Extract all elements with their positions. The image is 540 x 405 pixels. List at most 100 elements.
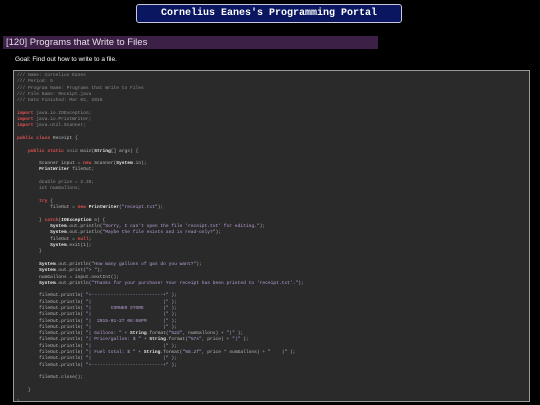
code-token: public class (17, 135, 51, 141)
code-token: ); (234, 331, 244, 337)
code-token: "| CORNER STORE |" (85, 305, 169, 311)
code-token: import (17, 123, 34, 129)
code-token: /// Name: Cornelius Eanes (17, 73, 86, 78)
code-token: "+--------------------------+" (85, 293, 169, 299)
code-token: ); (168, 312, 177, 318)
code-token: fileOut.println( (17, 350, 86, 356)
code-line: } (17, 400, 304, 401)
code-token: public static (28, 148, 64, 154)
goal-text: Goal: Find out how to write to a file. (15, 56, 117, 63)
code-token: System (50, 243, 67, 249)
code-token: fileOut.println( (17, 305, 86, 311)
code-token: /// Period: 5 (17, 79, 53, 85)
code-token: , price * numGallons) + " |" ); (201, 350, 296, 356)
code-token: + (135, 350, 144, 356)
code-token: } (17, 217, 45, 223)
code-token: "| |" (85, 312, 169, 318)
code-token: "> " (85, 268, 97, 274)
code-token: import (17, 110, 34, 116)
code-token: "| |" (85, 343, 169, 349)
code-token: ); (157, 205, 164, 211)
code-token: String (94, 148, 111, 154)
code-token: ); (298, 280, 304, 286)
code-token: ); (168, 293, 177, 299)
code-token: e) { (91, 217, 106, 223)
code-token: fileOut; (69, 167, 95, 173)
code-token: ); (196, 261, 202, 267)
code-token: fileOut.println( (17, 293, 86, 299)
portal-title[interactable]: Cornelius Eanes's Programming Portal (136, 4, 402, 23)
page: Cornelius Eanes's Programming Portal [12… (0, 0, 540, 405)
code-token: System (50, 230, 67, 236)
code-token: ); (259, 224, 266, 230)
code-token: .out.println( (66, 224, 103, 230)
code-token: fileOut = (17, 205, 78, 211)
code-line: System.out.println("Thanks for your purc… (17, 281, 304, 287)
code-token: Scanner input = (17, 161, 84, 167)
code-token: ); (168, 343, 177, 349)
code-token: [] args) { (110, 148, 139, 154)
code-token: "receipt.txt" (121, 205, 158, 211)
code-token: .exit(1); (66, 243, 92, 249)
code-token: import (17, 117, 34, 123)
code-token: "| |" (85, 356, 169, 362)
code-token: .out.println( (55, 261, 92, 267)
code-token: String (143, 350, 161, 356)
code-block: /// Name: Cornelius Eanes/// Period: 5//… (17, 73, 304, 401)
code-token: null (77, 236, 89, 242)
code-token: catch (44, 217, 59, 223)
code-token: "%7s" (187, 337, 202, 343)
code-token: ); (168, 356, 177, 362)
code-token: "Thanks for your purchase! Your receipt … (91, 280, 299, 286)
code-token: fileOut.println( (17, 299, 86, 305)
code-token: /// Date Finished: Mar 02, 2016 (17, 98, 103, 104)
code-token: ); (168, 324, 177, 330)
code-panel[interactable]: /// Name: Cornelius Eanes/// Period: 5//… (13, 70, 530, 402)
code-token: /// Program Name: Programs that Write to… (17, 85, 144, 91)
code-token: ); (168, 299, 177, 305)
code-token: Scanner( (91, 161, 117, 167)
code-token: fileOut.println( (17, 331, 86, 337)
code-token: .format( (160, 350, 183, 356)
code-token: } (17, 400, 20, 401)
code-token: PrintWriter (39, 167, 70, 173)
code-token: "| |" (85, 299, 169, 305)
code-token: .in); (132, 161, 147, 167)
code-token: "Sorry, I can't open the file 'receipt.t… (102, 224, 260, 230)
program-heading: [120] Programs that Write to Files (3, 36, 378, 49)
code-token: fileOut.println( (17, 324, 86, 330)
code-token: ); (168, 305, 177, 311)
code-token: int numGallons; (17, 186, 81, 192)
code-token: "| 2015-01-27 06:08PM |" (85, 318, 169, 324)
code-token: "%6.2f" (182, 350, 202, 356)
code-token: System (116, 161, 133, 167)
code-token: System (39, 268, 56, 274)
code-token: System (39, 280, 56, 286)
code-token: Receipt { (50, 135, 78, 141)
code-token: "| |" (85, 324, 169, 330)
code-token: fileOut.close(); (17, 375, 84, 381)
code-token: double price = 2.35; (17, 180, 95, 186)
code-token: void (63, 148, 78, 154)
code-token: PrintWriter (88, 205, 120, 211)
code-token: } (17, 387, 31, 393)
code-token: "| Fuel total: $ " (85, 350, 136, 356)
code-token: java.io.PrintWriter; (33, 117, 92, 123)
code-token: } (17, 249, 42, 255)
code-token: ); (168, 362, 177, 368)
code-token: fileOut.println( (17, 343, 86, 349)
code-token: + (121, 331, 131, 337)
code-token: fileOut.println( (17, 318, 86, 324)
code-token: "%2d" (168, 331, 183, 337)
code-token: "| Gallons: " (85, 331, 122, 337)
code-token: main( (77, 148, 95, 154)
code-token: { (47, 198, 53, 204)
code-token: "| Price/gallon: $ " (85, 337, 142, 343)
code-token: "|" (226, 331, 235, 337)
code-token: , price) + (201, 337, 233, 343)
